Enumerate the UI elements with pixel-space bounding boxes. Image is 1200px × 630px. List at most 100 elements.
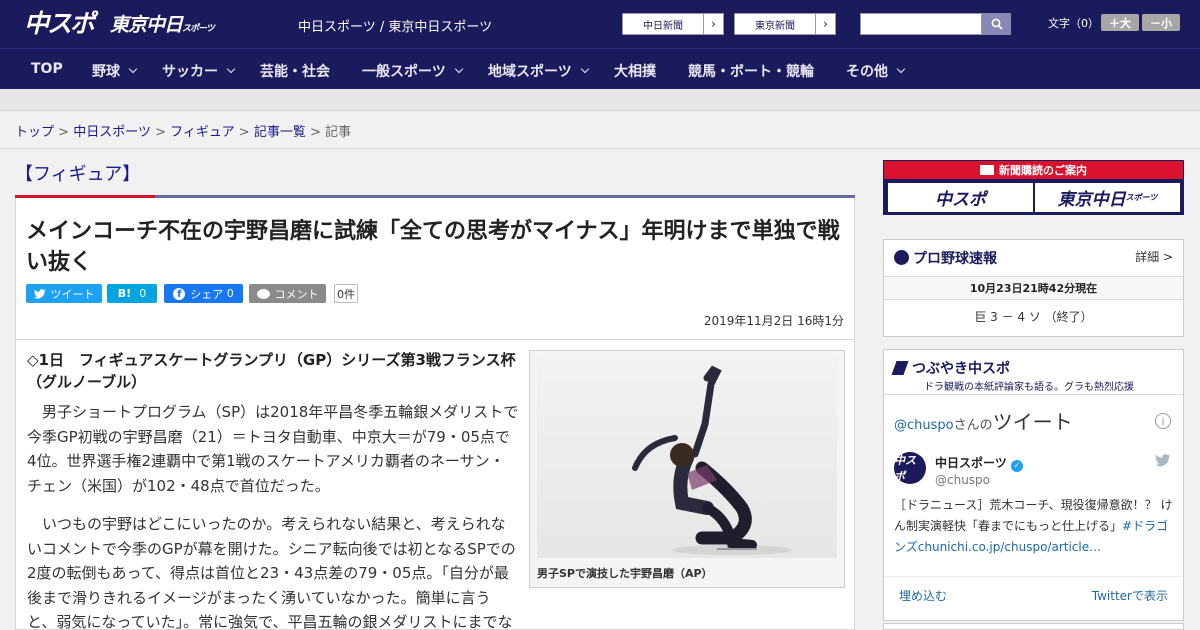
search-box xyxy=(860,13,1011,35)
ad-chuspo-logo[interactable]: 中スポ xyxy=(888,183,1033,212)
breadcrumb-current: 記事 xyxy=(325,125,352,140)
breadcrumb-link-figure[interactable]: フィギュア xyxy=(170,125,234,140)
breadcrumb-separator: > xyxy=(238,125,250,140)
hatena-count: 0 xyxy=(139,287,147,300)
breadcrumb-separator: > xyxy=(58,125,70,140)
tweet-author-handle[interactable]: @chuspo xyxy=(935,473,990,487)
twitter-widget: つぶやき中スポ ドラ観戦の本紙評論家も語る。グラも熱烈応援 @chuspoさんの… xyxy=(883,349,1184,621)
breadcrumb: トップ > 中日スポーツ > フィギュア > 記事一覧 > 記事 xyxy=(15,121,351,140)
chevron-right-icon: › xyxy=(815,14,835,34)
facebook-share-button[interactable]: f シェア 0 xyxy=(164,284,243,303)
font-smaller-button[interactable]: －小 xyxy=(1142,14,1180,31)
avatar[interactable]: 中スポ xyxy=(894,452,926,484)
search-input[interactable] xyxy=(860,13,982,35)
sidebar-next-widget xyxy=(883,623,1184,630)
photo-caption: 男子SPで演技した宇野昌磨（AP） xyxy=(537,567,713,580)
tokyo-chunichi-logo[interactable]: 東京中日スポーツ xyxy=(110,10,215,37)
article-date: 2019年11月2日 16時1分 xyxy=(703,314,844,328)
chevron-right-icon: › xyxy=(703,14,723,34)
baseball-scores-widget: プロ野球速報 詳細 > 10月23日21時42分現在 巨 3 － 4 ソ （終了… xyxy=(883,239,1184,337)
chevron-down-icon xyxy=(128,64,138,74)
nav-item-baseball[interactable]: 野球 xyxy=(92,61,138,81)
breadcrumb-link-top[interactable]: トップ xyxy=(15,125,54,140)
view-on-twitter-link[interactable]: Twitterで表示 xyxy=(1092,587,1168,604)
nav-label: 一般スポーツ xyxy=(362,64,446,80)
nav-label: 芸能・社会 xyxy=(260,64,330,80)
divider xyxy=(884,576,1183,577)
article-headline: メインコーチ不在の宇野昌磨に試練「全ての思考がマイナス」年明けまで単独で戦い抜く xyxy=(26,219,840,275)
comment-count-badge: 0件 xyxy=(334,284,358,303)
tokyo-chunichi-logo-small: スポーツ xyxy=(182,24,215,34)
nav-item-sumo[interactable]: 大相撲 xyxy=(614,61,656,81)
ad-tokyo-chunichi-logo[interactable]: 東京中日 スポーツ xyxy=(1035,183,1180,212)
tokyo-shimbun-label: 東京新聞 xyxy=(755,20,795,32)
chevron-down-icon xyxy=(580,64,589,74)
top-header: 中スポ 東京中日スポーツ 中日スポーツ / 東京中日スポーツ 中日新聞 › 東京… xyxy=(0,0,1200,48)
subscription-ad[interactable]: 新聞購読のご案内 中スポ 東京中日 スポーツ xyxy=(883,160,1184,215)
twitter-widget-title: つぶやき中スポ xyxy=(891,358,1010,378)
info-icon[interactable]: i xyxy=(1155,413,1171,429)
nav-label: サッカー xyxy=(162,64,218,80)
chunichi-shimbun-button[interactable]: 中日新聞 › xyxy=(622,13,724,35)
nav-label: その他 xyxy=(846,64,888,80)
search-button[interactable] xyxy=(982,13,1011,35)
speech-bubble-icon xyxy=(256,288,270,299)
tweets-san: さんの xyxy=(953,418,993,433)
twitter-bird-icon[interactable] xyxy=(1155,454,1171,471)
article-paragraph: 男子ショートプログラム（SP）は2018年平昌冬季五輪銀メダリストで今季GP初戦… xyxy=(27,403,519,495)
pen-icon xyxy=(891,361,909,375)
tweets-handle-link[interactable]: @chuspo xyxy=(894,418,954,433)
breadcrumb-separator: > xyxy=(309,125,321,140)
chunichi-shimbun-label: 中日新聞 xyxy=(643,20,683,32)
twitter-bird-icon xyxy=(33,288,45,298)
font-size-label: 文字（0） xyxy=(1048,17,1099,30)
nav-item-general-sports[interactable]: 一般スポーツ xyxy=(362,61,463,81)
ad-tokyo-chunichi-text: 東京中日 xyxy=(1057,190,1126,210)
chevron-down-icon xyxy=(896,64,906,74)
baseball-score[interactable]: 巨 3 － 4 ソ （終了） xyxy=(884,308,1183,325)
comment-button[interactable]: コメント xyxy=(249,284,326,303)
nav-item-others[interactable]: その他 xyxy=(846,61,906,81)
nav-label: 競馬・ボート・競輪 xyxy=(688,64,814,80)
hatena-bookmark-button[interactable]: B! 0 xyxy=(107,284,157,303)
chevron-down-icon xyxy=(226,64,236,74)
chuspo-logo[interactable]: 中スポ xyxy=(24,7,100,38)
main-nav: TOP 野球 サッカー 芸能・社会 一般スポーツ 地域スポーツ 大相撲 競馬・ボ… xyxy=(0,48,1200,89)
baseball-detail-link[interactable]: 詳細 > xyxy=(1135,248,1173,265)
tweet-author-name[interactable]: 中日スポーツ ✓ xyxy=(935,454,1023,472)
article-lead: ◇1日 フィギュアスケートグランプリ（GP）シリーズ第3戦フランス杯（グルノーブ… xyxy=(27,351,516,391)
nav-item-soccer[interactable]: サッカー xyxy=(162,61,236,81)
tokyo-shimbun-button[interactable]: 東京新聞 › xyxy=(734,13,836,35)
twitter-bird-glyph xyxy=(1155,454,1171,467)
font-bigger-button[interactable]: ＋大 xyxy=(1101,14,1139,31)
verified-badge-icon: ✓ xyxy=(1010,459,1023,472)
ad-tokyo-chunichi-small: スポーツ xyxy=(1125,193,1158,202)
breadcrumb-link-article-list[interactable]: 記事一覧 xyxy=(254,125,306,140)
baseball-widget-title-text: プロ野球速報 xyxy=(913,251,997,267)
article-header: メインコーチ不在の宇野昌磨に試練「全ての思考がマイナス」年明けまで単独で戦い抜く… xyxy=(15,198,855,340)
comment-label: コメント xyxy=(274,287,319,301)
facebook-icon: f xyxy=(173,287,186,300)
twitter-widget-subtitle: ドラ観戦の本紙評論家も語る。グラも熱烈応援 xyxy=(924,382,1134,393)
twitter-widget-title-text: つぶやき中スポ xyxy=(912,361,1010,377)
breadcrumb-link-chuspo[interactable]: 中日スポーツ xyxy=(73,125,151,140)
nav-item-local-sports[interactable]: 地域スポーツ xyxy=(488,61,589,81)
nav-label: 野球 xyxy=(92,64,120,80)
article-photo[interactable]: 男子SPで演技した宇野昌磨（AP） xyxy=(529,350,845,588)
nav-item-entertainment[interactable]: 芸能・社会 xyxy=(260,61,330,81)
tweet-label: ツイート xyxy=(50,287,95,301)
embed-link[interactable]: 埋め込む xyxy=(899,587,947,604)
nav-item-racing[interactable]: 競馬・ボート・競輪 xyxy=(688,61,814,81)
nav-item-top[interactable]: TOP xyxy=(31,61,63,77)
subscription-ad-title-text: 新聞購読のご案内 xyxy=(999,164,1087,177)
facebook-share-label: シェア xyxy=(190,287,224,301)
divider xyxy=(884,394,1183,395)
tweet-author-name-text: 中日スポーツ xyxy=(935,456,1007,470)
tweet-button[interactable]: ツイート xyxy=(26,284,102,303)
article-paragraph: いつもの宇野はどこにいったのか。考えられない結果と、考えられないコメントで今季の… xyxy=(27,515,516,630)
chevron-down-icon xyxy=(454,64,463,74)
tokyo-chunichi-logo-text: 東京中日 xyxy=(110,14,183,36)
newspaper-icon xyxy=(980,165,994,175)
category-heading: 【フィギュア】 xyxy=(15,164,141,185)
site-title[interactable]: 中日スポーツ / 東京中日スポーツ xyxy=(298,16,492,35)
